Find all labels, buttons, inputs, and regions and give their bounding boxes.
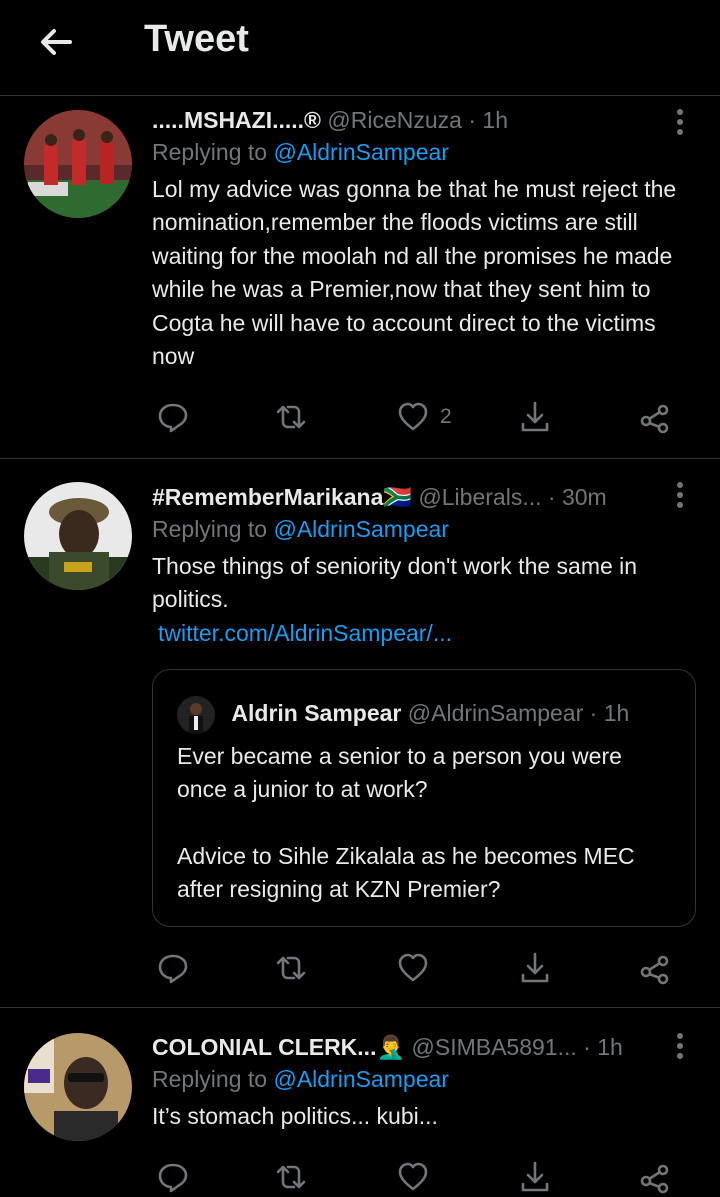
display-name[interactable]: COLONIAL CLERK...🤦‍♂️ [152,1034,405,1060]
connections-share-icon [640,404,669,434]
share-button[interactable] [518,1157,552,1197]
network-share-button[interactable] [638,948,672,988]
tweet[interactable]: #RememberMarikana🇿🇦 @Liberals... · 30m R… [0,460,720,1008]
heart-icon [398,1162,428,1191]
tweet-meta: #RememberMarikana🇿🇦 @Liberals... · 30m [152,482,696,512]
reply-icon [158,1163,188,1193]
share-icon [521,401,549,432]
display-name[interactable]: #RememberMarikana🇿🇦 [152,484,412,510]
retweet-button[interactable] [274,397,308,437]
share-icon [521,952,549,983]
heart-icon [398,953,428,982]
quote-meta: Aldrin Sampear @AldrinSampear · 1h [177,696,630,734]
tweet-text: Lol my advice was gonna be that he must … [152,176,677,370]
tweet-actions: 2 [152,397,682,437]
replying-to: Replying to @AldrinSampear [152,1062,696,1096]
tweet[interactable]: .....MSHAZI.....® @RiceNzuza · 1h Replyi… [0,97,720,459]
tweet-actions [152,1157,682,1197]
share-button[interactable] [518,397,552,437]
quote-timestamp: · 1h [589,700,630,727]
connections-share-icon [640,955,669,985]
avatar[interactable] [24,110,132,218]
replying-to: Replying to @AldrinSampear [152,512,696,546]
reply-button[interactable] [156,397,190,437]
heart-icon [398,402,428,431]
tweet-body: #RememberMarikana🇿🇦 @Liberals... · 30m R… [152,482,696,650]
reply-button[interactable] [156,948,190,988]
back-arrow-icon[interactable] [36,22,76,62]
tweet-meta: COLONIAL CLERK...🤦‍♂️ @SIMBA5891... · 1h [152,1032,696,1062]
quoted-tweet[interactable]: Aldrin Sampear @AldrinSampear · 1h Ever … [152,669,696,927]
replying-handle[interactable]: @AldrinSampear [273,139,448,165]
replying-label: Replying to [152,1066,274,1092]
replying-handle[interactable]: @AldrinSampear [273,516,448,542]
retweet-button[interactable] [274,948,308,988]
reply-icon [158,403,188,433]
tweet-meta: .....MSHAZI.....® @RiceNzuza · 1h [152,105,696,135]
retweet-icon [276,956,306,980]
quote-avatar[interactable] [177,696,215,734]
quote-paragraph: Advice to Sihle Zikalala as he becomes M… [177,842,635,903]
tweet-text: It’s stomach politics... kubi... [152,1103,438,1129]
retweet-icon [276,405,306,429]
retweet-button[interactable] [274,1157,308,1197]
tweet-actions [152,948,682,988]
timestamp[interactable]: · 30m [548,484,607,510]
replying-label: Replying to [152,139,274,165]
network-share-button[interactable] [638,397,672,437]
network-share-button[interactable] [638,1157,672,1197]
display-name[interactable]: .....MSHAZI.....® [152,107,321,133]
user-handle[interactable]: @RiceNzuza [327,107,462,133]
reply-icon [158,954,188,984]
tweet-link[interactable]: twitter.com/AldrinSampear/... [152,617,696,650]
quote-display-name[interactable]: Aldrin Sampear [231,700,401,726]
replying-handle[interactable]: @AldrinSampear [273,1066,448,1092]
share-icon [521,1161,549,1192]
connections-share-icon [640,1164,669,1194]
replying-label: Replying to [152,516,274,542]
tweet-body: .....MSHAZI.....® @RiceNzuza · 1h Replyi… [152,105,696,373]
reply-button[interactable] [156,1157,190,1197]
avatar[interactable] [24,482,132,590]
tweet-body: COLONIAL CLERK...🤦‍♂️ @SIMBA5891... · 1h… [152,1032,696,1133]
retweet-icon [276,1165,306,1189]
quote-text: Ever became a senior to a person you wer… [177,740,675,907]
quote-paragraph: Ever became a senior to a person you wer… [177,743,622,803]
user-handle[interactable]: @Liberals... [418,484,541,510]
like-button[interactable] [396,948,430,988]
user-handle[interactable]: @SIMBA5891... [412,1034,577,1060]
timestamp[interactable]: · 1h [468,107,508,133]
like-button[interactable] [396,1157,430,1197]
share-button[interactable] [518,948,552,988]
avatar[interactable] [24,1033,132,1141]
replying-to: Replying to @AldrinSampear [152,135,696,169]
tweet[interactable]: COLONIAL CLERK...🤦‍♂️ @SIMBA5891... · 1h… [0,1009,720,1194]
timestamp[interactable]: · 1h [583,1034,623,1060]
tweet-text: Those things of seniority don't work the… [152,553,638,613]
page-title: Tweet [144,18,249,60]
quote-handle[interactable]: @AldrinSampear [408,700,583,726]
like-count: 2 [440,405,452,428]
top-bar: Tweet [0,0,720,96]
like-button[interactable]: 2 [396,397,452,437]
